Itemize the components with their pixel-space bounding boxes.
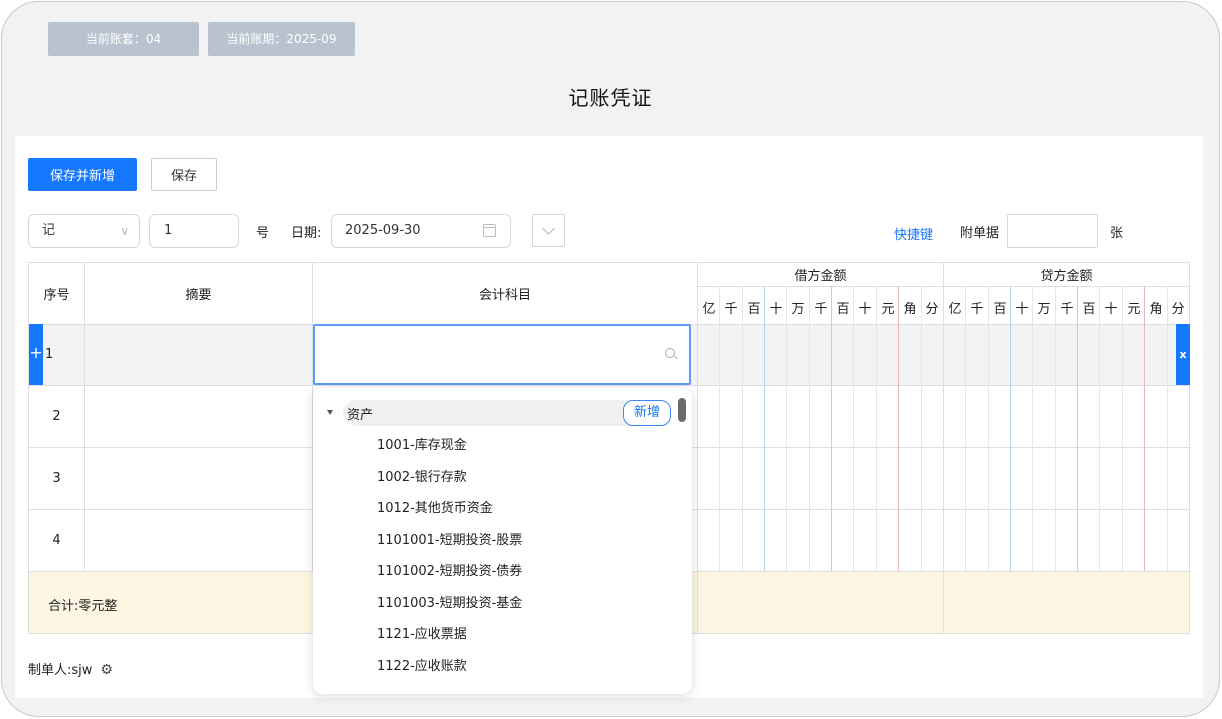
calendar-icon (483, 224, 496, 237)
credit-unit-yuan: 元 (1127, 302, 1141, 317)
add-subject-button[interactable]: 新增 (623, 400, 671, 426)
debit-unit-bai2: 百 (836, 302, 850, 317)
subject-dropdown: 资产 新增 1001-库存现金 1002-银行存款 1012-其他货币资金 11… (313, 388, 692, 694)
credit-unit-bai2: 百 (1082, 302, 1096, 317)
delete-row-button[interactable]: x (1176, 324, 1190, 385)
header-debit: 借方金额 (794, 269, 847, 284)
header-summary: 摘要 (185, 288, 212, 303)
voucher-type-select[interactable]: 记 ∨ (28, 214, 140, 248)
debit-unit-bai: 百 (747, 302, 761, 317)
credit-unit-wan: 万 (1037, 302, 1051, 317)
attachments-label: 附单据 (960, 226, 1000, 241)
credit-unit-shi: 十 (1015, 302, 1029, 317)
credit-unit-bai: 百 (993, 302, 1007, 317)
debit-unit-shi: 十 (769, 302, 783, 317)
app-window: 当前账套：04 当前账期：2025-09 记账凭证 保存并新增 保存 记 ∨ 1… (1, 1, 1220, 717)
credit-unit-yi: 亿 (948, 302, 962, 317)
subject-option[interactable]: 1121-应收票据 (377, 623, 467, 642)
credit-unit-qian2: 千 (1060, 302, 1074, 317)
debit-unit-yuan: 元 (881, 302, 895, 317)
period-tag: 当前账期：2025-09 (208, 22, 355, 56)
group-assets[interactable]: 资产 新增 (343, 400, 671, 426)
save-button[interactable]: 保存 (151, 158, 217, 191)
more-dropdown-button[interactable] (532, 214, 565, 247)
gear-icon[interactable]: ⚙ (100, 662, 113, 678)
save-and-new-button[interactable]: 保存并新增 (28, 158, 137, 191)
subject-option[interactable]: 1012-其他货币资金 (377, 497, 493, 516)
group-label: 资产 (347, 408, 374, 423)
subject-option[interactable]: 1101002-短期投资-债券 (377, 560, 522, 579)
credit-unit-shi2: 十 (1104, 302, 1118, 317)
row-seq-1: 1 (45, 347, 54, 362)
subject-option[interactable]: 1101001-短期投资-股票 (377, 529, 522, 548)
credit-unit-fen: 分 (1171, 302, 1185, 317)
account-set-tag: 当前账套：04 (48, 22, 199, 56)
maker-label: 制单人:sjw (28, 663, 93, 678)
dropdown-scrollbar[interactable] (678, 398, 686, 422)
debit-unit-qian2: 千 (814, 302, 828, 317)
date-value: 2025-09-30 (345, 223, 421, 238)
voucher-number-input[interactable]: 1 (149, 214, 239, 248)
debit-unit-qian: 千 (724, 302, 738, 317)
subject-search-input[interactable] (313, 324, 691, 385)
add-row-button[interactable]: + (29, 324, 43, 385)
debit-unit-jiao: 角 (903, 302, 917, 317)
attachments-unit-label: 张 (1110, 226, 1124, 241)
subject-option[interactable]: 1122-应收账款 (377, 655, 467, 674)
search-icon (665, 348, 675, 358)
debit-unit-fen: 分 (925, 302, 939, 317)
header-seq: 序号 (43, 288, 70, 303)
credit-unit-jiao: 角 (1149, 302, 1163, 317)
subject-option[interactable]: 1101003-短期投资-基金 (377, 592, 522, 611)
number-suffix-label: 号 (256, 226, 270, 241)
debit-unit-yi: 亿 (702, 302, 716, 317)
maker-info: 制单人:sjw ⚙ (28, 659, 113, 678)
header-subject: 会计科目 (478, 288, 531, 303)
total-amount-text: 合计:零元整 (48, 599, 118, 614)
chevron-down-icon: ∨ (120, 224, 129, 238)
voucher-type-value: 记 (42, 223, 56, 238)
subject-option[interactable]: 1002-银行存款 (377, 466, 467, 485)
row-seq-3: 3 (52, 471, 61, 486)
attachments-input[interactable] (1007, 214, 1098, 248)
credit-unit-qian: 千 (970, 302, 984, 317)
date-picker[interactable]: 2025-09-30 (331, 214, 511, 248)
row-seq-4: 4 (52, 533, 61, 548)
debit-unit-shi2: 十 (858, 302, 872, 317)
shortcut-link[interactable]: 快捷键 (894, 224, 933, 243)
debit-unit-wan: 万 (791, 302, 805, 317)
row-seq-2: 2 (52, 409, 61, 424)
date-label: 日期: (291, 226, 322, 241)
caret-down-icon[interactable] (327, 410, 333, 415)
page-title: 记账凭证 (568, 86, 653, 110)
header-credit: 贷方金额 (1040, 269, 1093, 284)
subject-option[interactable]: 1001-库存现金 (377, 434, 467, 453)
